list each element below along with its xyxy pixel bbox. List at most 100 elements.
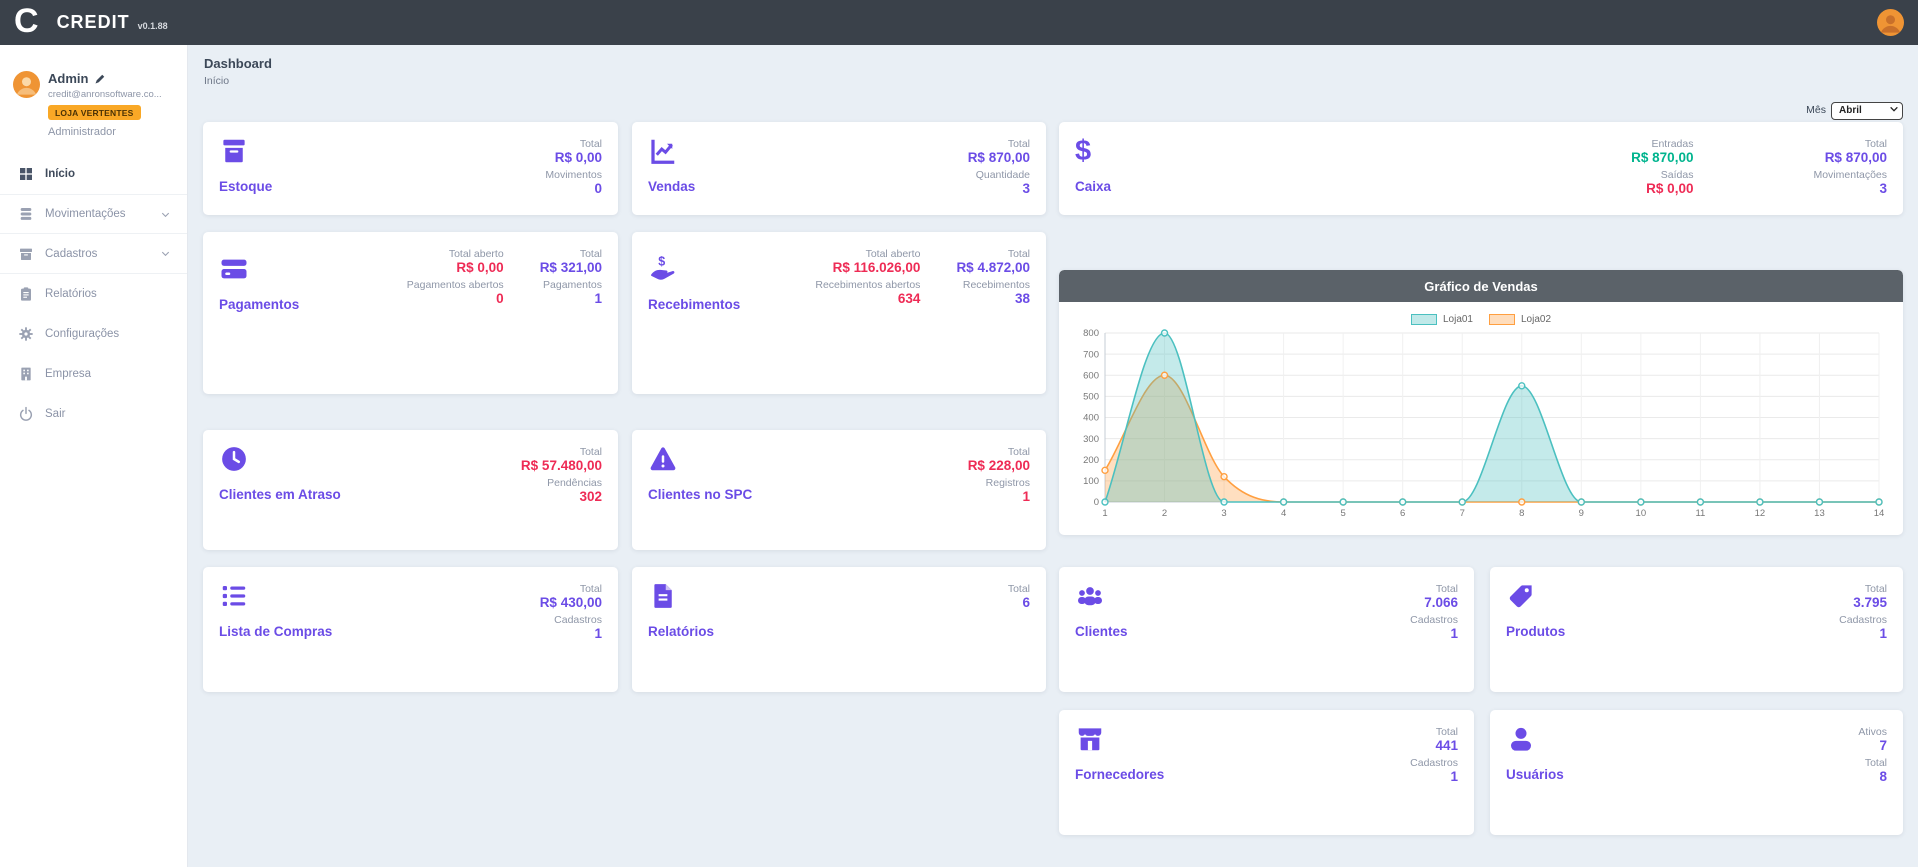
svg-text:300: 300 (1083, 434, 1099, 445)
sidebar-item-configuracoes[interactable]: Configurações (0, 314, 187, 354)
svg-text:6: 6 (1400, 508, 1405, 519)
card-clientes-atraso[interactable]: Clientes em Atraso Total R$ 57.480,00 Pe… (203, 430, 618, 550)
card-title: Caixa (1075, 179, 1111, 194)
card-vendas[interactable]: Vendas Total R$ 870,00 Quantidade 3 (632, 122, 1046, 215)
card-caixa[interactable]: $ Caixa Entradas R$ 870,00 Saídas R$ 0,0… (1059, 122, 1903, 215)
sidebar-item-inicio[interactable]: Início (0, 154, 187, 194)
users-icon (1075, 581, 1105, 611)
stat-label: Total aberto (407, 248, 504, 260)
card-pagamentos[interactable]: Pagamentos Total aberto R$ 0,00 Pagament… (203, 232, 618, 394)
pencil-icon[interactable] (94, 73, 106, 85)
stat-value: 3 (968, 181, 1030, 197)
card-lista-compras[interactable]: Lista de Compras Total R$ 430,00 Cadastr… (203, 567, 618, 692)
card-stats: Total R$ 0,00 Movimentos 0 (545, 135, 602, 197)
card-stats: Total aberto R$ 116.026,00 Recebimentos … (815, 245, 1030, 307)
card-clientes-spc[interactable]: Clientes no SPC Total R$ 228,00 Registro… (632, 430, 1046, 550)
svg-text:400: 400 (1083, 413, 1099, 424)
month-select[interactable]: Abril (1831, 102, 1903, 120)
stat-value: R$ 57.480,00 (521, 458, 602, 474)
stat-label: Total (1410, 726, 1458, 738)
stat-value: 1 (540, 626, 602, 642)
avatar[interactable] (13, 71, 40, 98)
legend-label: Loja01 (1443, 314, 1473, 325)
svg-text:2: 2 (1162, 508, 1167, 519)
sidebar-item-empresa[interactable]: Empresa (0, 354, 187, 394)
sidebar-item-cadastros[interactable]: Cadastros (0, 234, 187, 274)
legend-swatch (1411, 314, 1437, 325)
warning-icon (648, 444, 678, 474)
stat-value: R$ 0,00 (1631, 181, 1693, 197)
card-fornecedores[interactable]: Fornecedores Total 441 Cadastros 1 (1059, 710, 1474, 835)
legend-label: Loja02 (1521, 314, 1551, 325)
stat-label: Total (1858, 757, 1887, 769)
stat-value: 1 (1839, 626, 1887, 642)
card-title: Vendas (648, 179, 695, 194)
svg-text:$: $ (658, 254, 665, 268)
stat-label: Movimentações (1813, 169, 1887, 181)
card-title: Fornecedores (1075, 767, 1164, 782)
card-stats: Total 7.066 Cadastros 1 (1410, 580, 1458, 642)
sidebar-item-sair[interactable]: Sair (0, 394, 187, 434)
legend-item-loja02[interactable]: Loja02 (1489, 314, 1551, 325)
card-title: Pagamentos (219, 297, 299, 312)
card-produtos[interactable]: Produtos Total 3.795 Cadastros 1 (1490, 567, 1903, 692)
stat-label: Total (521, 446, 602, 458)
card-stats: Total R$ 430,00 Cadastros 1 (540, 580, 602, 642)
card-estoque[interactable]: Estoque Total R$ 0,00 Movimentos 0 (203, 122, 618, 215)
chevron-down-icon (160, 248, 171, 259)
user-avatar-icon[interactable] (1877, 9, 1904, 36)
stat-value: R$ 4.872,00 (956, 260, 1030, 276)
sidebar-item-label: Início (45, 168, 75, 180)
box-icon (219, 136, 249, 166)
building-icon (18, 366, 34, 382)
sidebar-item-movimentacoes[interactable]: Movimentações (0, 194, 187, 234)
sidebar-item-relatorios[interactable]: Relatórios (0, 274, 187, 314)
stat-label: Total (1813, 138, 1887, 150)
svg-text:12: 12 (1755, 508, 1766, 519)
grid-icon (18, 166, 34, 182)
sidebar-item-label: Sair (45, 408, 65, 420)
card-clientes[interactable]: Clientes Total 7.066 Cadastros 1 (1059, 567, 1474, 692)
card-title: Recebimentos (648, 297, 740, 312)
sidebar-item-label: Cadastros (45, 248, 97, 260)
svg-text:0: 0 (1094, 497, 1099, 508)
clock-icon (219, 444, 249, 474)
stat-label: Saídas (1631, 169, 1693, 181)
stat-value: 441 (1410, 738, 1458, 754)
stat-label: Cadastros (1410, 757, 1458, 769)
svg-text:800: 800 (1083, 328, 1099, 339)
card-title: Usuários (1506, 767, 1564, 782)
svg-text:200: 200 (1083, 455, 1099, 466)
card-stats: Entradas R$ 870,00 Saídas R$ 0,00 Total … (1631, 135, 1887, 197)
stat-value: 7.066 (1410, 595, 1458, 611)
breadcrumb: Início (204, 75, 229, 87)
card-stats: Ativos 7 Total 8 (1858, 723, 1887, 785)
stat-value: R$ 870,00 (1813, 150, 1887, 166)
legend-item-loja01[interactable]: Loja01 (1411, 314, 1473, 325)
power-icon (18, 406, 34, 422)
stat-value: R$ 870,00 (968, 150, 1030, 166)
card-recebimentos[interactable]: $ Recebimentos Total aberto R$ 116.026,0… (632, 232, 1046, 394)
card-relatorios[interactable]: Relatórios Total 6 (632, 567, 1046, 692)
stat-label: Total (540, 248, 602, 260)
stat-label: Total (968, 138, 1030, 150)
svg-text:14: 14 (1874, 508, 1885, 519)
user-role: Administrador (48, 126, 173, 138)
profile-block: Admin credit@anronsoftware.co... LOJA VE… (0, 45, 187, 138)
stat-label: Cadastros (540, 614, 602, 626)
stat-value: 1 (968, 489, 1030, 505)
chart-title: Gráfico de Vendas (1059, 270, 1903, 302)
svg-text:10: 10 (1636, 508, 1647, 519)
svg-text:13: 13 (1814, 508, 1825, 519)
sidebar-menu: Início Movimentações Cada (0, 154, 187, 434)
card-stats: Total 6 (1008, 580, 1030, 611)
month-filter: Mês Abril (1806, 100, 1903, 120)
stat-value: 0 (407, 291, 504, 307)
stat-label: Cadastros (1410, 614, 1458, 626)
card-usuarios[interactable]: Usuários Ativos 7 Total 8 (1490, 710, 1903, 835)
profile-name-row: Admin (48, 71, 173, 86)
dollar-icon: $ (1075, 135, 1091, 167)
chart-legend: Loja01 Loja02 (1059, 314, 1903, 325)
document-icon (648, 581, 678, 611)
stat-value: R$ 430,00 (540, 595, 602, 611)
